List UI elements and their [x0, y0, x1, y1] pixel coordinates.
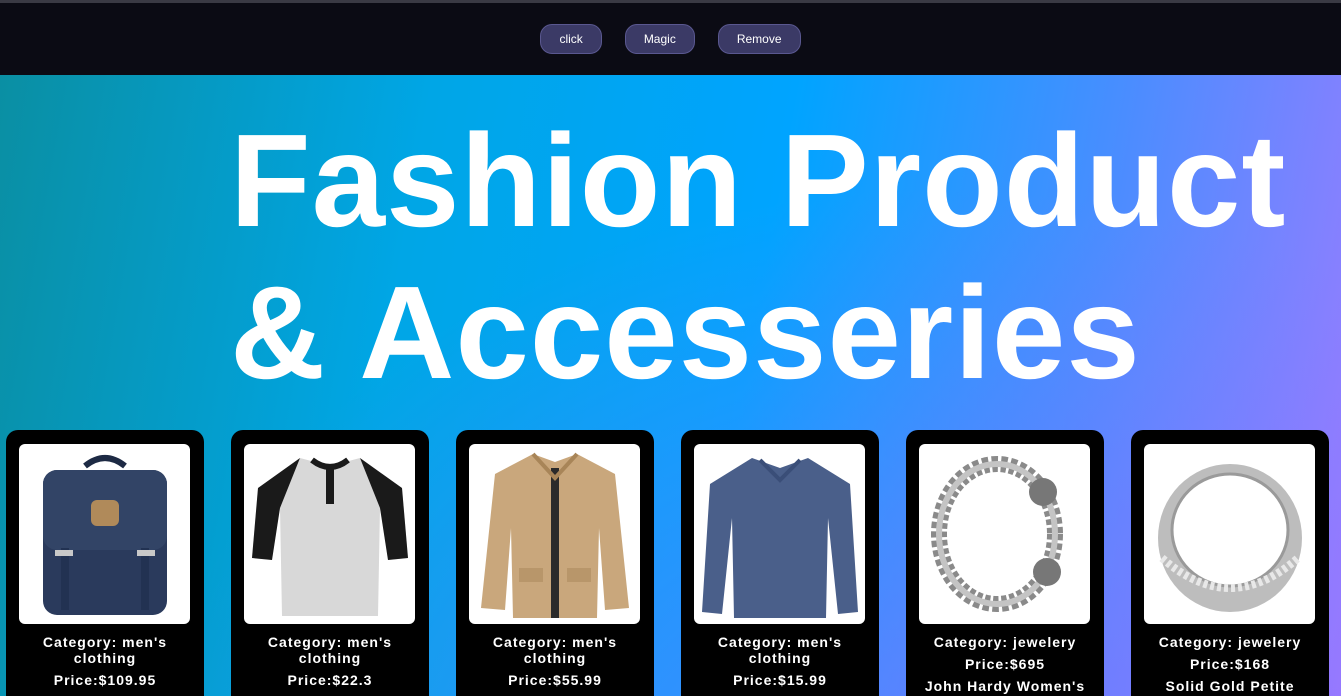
product-card[interactable]: Category: jewelery Price:$695 John Hardy…	[906, 430, 1104, 696]
top-toolbar: click Magic Remove	[0, 0, 1341, 75]
product-card[interactable]: Category: men's clothing Price:$15.99	[681, 430, 879, 696]
product-price: Price:$22.3	[287, 672, 373, 688]
product-category: Category: men's clothing	[717, 634, 843, 666]
ring-image	[1144, 444, 1315, 624]
product-category: Category: jewelery	[1158, 634, 1302, 650]
henley-shirt-image	[244, 444, 415, 624]
product-card[interactable]: Category: men's clothing Price:$22.3	[231, 430, 429, 696]
product-card[interactable]: Category: jewelery Price:$168 Solid Gold…	[1131, 430, 1329, 696]
product-name: Solid Gold Petite	[1165, 678, 1295, 694]
page-title: Fashion Product & Accesseries	[230, 105, 1330, 409]
backpack-image	[19, 444, 190, 624]
long-sleeve-tee-image	[694, 444, 865, 624]
product-price: Price:$55.99	[508, 672, 602, 688]
product-list: Category: men's clothing Price:$109.95 C…	[6, 430, 1329, 696]
title-line-2: & Accesseries	[230, 259, 1141, 406]
product-card[interactable]: Category: men's clothing Price:$109.95	[6, 430, 204, 696]
product-category: Category: men's clothing	[492, 634, 618, 666]
product-price: Price:$15.99	[733, 672, 827, 688]
product-category: Category: men's clothing	[42, 634, 168, 666]
product-price: Price:$168	[1189, 656, 1271, 672]
product-name: John Hardy Women's	[924, 678, 1086, 694]
hero-section: Fashion Product & Accesseries Category: …	[0, 75, 1341, 696]
magic-button[interactable]: Magic	[624, 24, 695, 54]
product-card[interactable]: Category: men's clothing Price:$55.99	[456, 430, 654, 696]
product-category: Category: jewelery	[933, 634, 1077, 650]
product-price: Price:$109.95	[53, 672, 157, 688]
jacket-image	[469, 444, 640, 624]
remove-button[interactable]: Remove	[717, 24, 801, 54]
product-category: Category: men's clothing	[267, 634, 393, 666]
bracelet-image	[919, 444, 1090, 624]
title-line-1: Fashion Product	[230, 107, 1287, 254]
click-button[interactable]: click	[540, 24, 602, 54]
product-price: Price:$695	[964, 656, 1046, 672]
